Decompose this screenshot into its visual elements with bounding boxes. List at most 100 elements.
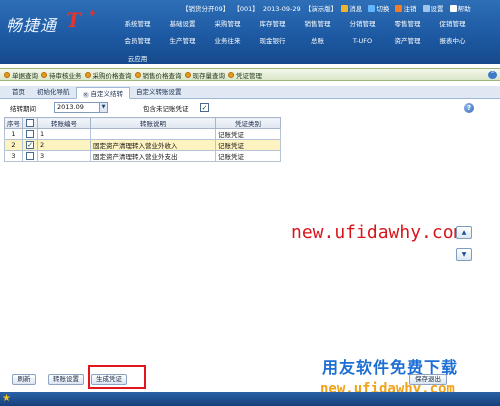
col-transfer-desc: 转账说明 — [90, 117, 216, 129]
menu-promotion-management[interactable]: 促销管理 — [430, 18, 475, 31]
period-select[interactable]: 2013.09 ▼ — [54, 102, 108, 113]
row-transfer-code: 2 — [37, 139, 91, 151]
help-icon[interactable]: ? — [464, 103, 474, 113]
row-transfer-code: 1 — [37, 128, 91, 140]
row-checkbox-cell[interactable] — [22, 128, 38, 140]
row-transfer-desc: 固定资产清理转入营业外支出 — [90, 150, 216, 162]
chevron-down-icon[interactable]: ▼ — [99, 103, 107, 112]
menu-basic-settings[interactable]: 基础设置 — [160, 18, 205, 31]
menu-cash-bank[interactable]: 现金银行 — [250, 35, 295, 48]
period-value: 2013.09 — [57, 103, 84, 111]
menu-member-management[interactable]: 会员管理 — [115, 35, 160, 48]
app-header: 畅捷通 T + 【销货分开09】 【001】 2013-09-29 【演示版】 … — [0, 0, 500, 64]
row-checkbox-cell[interactable] — [22, 150, 38, 162]
help-icon — [449, 5, 457, 12]
settings-link[interactable]: 设置 — [422, 5, 446, 13]
tab-home[interactable]: 首页 — [6, 86, 31, 98]
logo-text: 畅捷通 — [6, 16, 58, 35]
move-down-button[interactable]: ▼ — [456, 248, 472, 261]
menu-system-management[interactable]: 系统管理 — [115, 18, 160, 31]
workspace-tabs: 首页 初始化导航 × 自定义结转 自定义转账设置 — [0, 86, 500, 99]
menu-cloud-apps[interactable]: 云应用 — [115, 53, 160, 66]
settings-icon — [422, 5, 430, 12]
module-tab-document-query[interactable]: 单据查询 — [4, 70, 38, 80]
help-link[interactable]: 帮助 — [449, 5, 473, 13]
menu-inventory-management[interactable]: 库存管理 — [250, 18, 295, 31]
module-tab-stock-query[interactable]: 现存量查询 — [184, 70, 225, 80]
menu-sales-management[interactable]: 销售管理 — [295, 18, 340, 31]
module-tab-purchase-price[interactable]: 采购价格查询 — [84, 70, 132, 80]
menu-asset-management[interactable]: 资产管理 — [385, 35, 430, 48]
include-unposted-label: 包含未记账凭证 — [143, 105, 189, 113]
collapse-strip-icon[interactable]: ⌃ — [488, 71, 497, 79]
table-row[interactable]: 3 3 固定资产清理转入营业外支出 记账凭证 — [4, 150, 281, 162]
main-menu-row-3: 云应用 — [115, 53, 500, 66]
module-tab-voucher-management[interactable]: 凭证管理 — [228, 70, 262, 80]
row-seq: 2 — [4, 139, 23, 151]
row-transfer-code: 3 — [37, 150, 91, 162]
module-bullet-icon — [4, 71, 10, 78]
menu-report-center[interactable]: 报表中心 — [430, 35, 475, 48]
close-tab-icon[interactable]: × — [82, 92, 89, 98]
logout-icon — [395, 5, 403, 12]
account-code: 【001】 — [233, 5, 259, 13]
row-checkbox[interactable] — [26, 152, 34, 160]
menu-distribution-management[interactable]: 分销管理 — [340, 18, 385, 31]
row-voucher-type: 记账凭证 — [215, 128, 281, 140]
transfer-grid: 序号 转账编号 转账说明 凭证类别 1 1 记账凭证 2 ✓ 2 固定资产清理转… — [4, 117, 281, 162]
switch-link[interactable]: 切换 — [368, 5, 391, 13]
row-checkbox[interactable]: ✓ — [26, 141, 34, 149]
bottom-toolbar: 刷新 转账设置 生成凭证 保存退出 — [0, 371, 500, 389]
table-row[interactable]: 1 1 记账凭证 — [4, 128, 281, 140]
row-voucher-type: 记账凭证 — [215, 150, 281, 162]
messages-link[interactable]: 消息 — [341, 5, 364, 13]
module-bullet-icon — [184, 71, 191, 78]
select-all-checkbox[interactable] — [26, 119, 34, 127]
row-transfer-desc — [90, 128, 216, 140]
module-tab-pending-review[interactable]: 待审核业务 — [41, 70, 82, 80]
row-seq: 1 — [4, 128, 23, 140]
module-bullet-icon — [228, 71, 234, 78]
menu-production-management[interactable]: 生产管理 — [160, 35, 205, 48]
row-checkbox-cell[interactable]: ✓ — [22, 139, 38, 151]
refresh-button[interactable]: 刷新 — [12, 374, 36, 385]
col-voucher-type: 凭证类别 — [215, 117, 281, 129]
filter-bar: 结转期间 2013.09 ▼ 包含未记账凭证 ✓ ? — [0, 101, 500, 115]
status-line: ★ — [0, 392, 500, 406]
logo-mark: T — [66, 8, 81, 32]
transfer-settings-button[interactable]: 转账设置 — [48, 374, 84, 385]
menu-business-contacts[interactable]: 业务往来 — [205, 35, 250, 48]
row-seq: 3 — [4, 150, 23, 162]
table-row[interactable]: 2 ✓ 2 固定资产清理转入营业外收入 记账凭证 — [4, 139, 281, 151]
menu-general-ledger[interactable]: 总账 — [295, 35, 340, 48]
logo-plus: + — [88, 8, 97, 19]
module-bullet-icon — [84, 71, 91, 78]
logout-link[interactable]: 注销 — [395, 5, 418, 13]
tab-custom-transfer[interactable]: × 自定义结转 — [75, 87, 130, 99]
account-set: 【销货分开09】 — [182, 5, 230, 13]
switch-icon — [368, 5, 376, 12]
star-icon[interactable]: ★ — [2, 394, 12, 404]
period-label: 结转期间 — [10, 105, 36, 113]
col-seq: 序号 — [4, 117, 23, 129]
col-transfer-code: 转账编号 — [37, 117, 91, 129]
menu-purchase-management[interactable]: 采购管理 — [205, 18, 250, 31]
row-checkbox[interactable] — [26, 130, 34, 138]
app-logo: 畅捷通 T + — [6, 8, 110, 38]
row-voucher-type: 记账凭证 — [215, 139, 281, 151]
save-exit-button[interactable]: 保存退出 — [409, 374, 447, 385]
include-unposted-checkbox[interactable]: ✓ — [200, 103, 209, 112]
col-select-all[interactable] — [22, 117, 38, 129]
module-bullet-icon — [41, 71, 47, 78]
row-transfer-desc: 固定资产清理转入营业外收入 — [90, 139, 216, 151]
move-up-button[interactable]: ▲ — [456, 226, 472, 239]
grid-header-row: 序号 转账编号 转账说明 凭证类别 — [4, 117, 281, 129]
edition-badge: 【演示版】 — [304, 5, 338, 13]
login-date: 2013-09-29 — [262, 5, 301, 13]
module-tab-sales-price[interactable]: 销售价格查询 — [134, 70, 182, 80]
menu-retail-management[interactable]: 零售管理 — [385, 18, 430, 31]
tab-init-navigation[interactable]: 初始化导航 — [31, 86, 76, 98]
menu-t-ufo[interactable]: T-UFO — [340, 35, 385, 48]
main-menu-row-1: 系统管理 基础设置 采购管理 库存管理 销售管理 分销管理 零售管理 促销管理 — [115, 18, 500, 31]
tab-custom-transfer-settings[interactable]: 自定义转账设置 — [130, 86, 188, 98]
